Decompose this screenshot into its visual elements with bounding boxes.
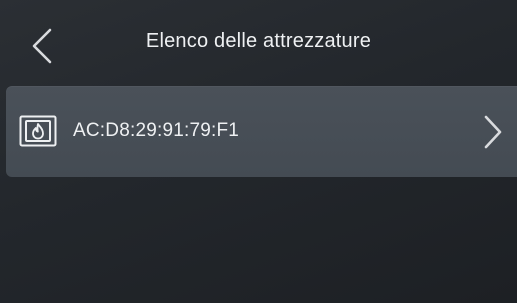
equipment-list-screen: Elenco delle attrezzature AC:D8:29:91:79…: [0, 0, 517, 303]
page-title: Elenco delle attrezzature: [145, 30, 372, 52]
header-bar: Elenco delle attrezzature: [0, 0, 517, 90]
device-mac-address: AC:D8:29:91:79:F1: [73, 120, 240, 141]
device-list-item[interactable]: AC:D8:29:91:79:F1: [6, 86, 517, 177]
fireplace-icon: [19, 115, 57, 147]
chevron-right-icon[interactable]: [481, 112, 505, 152]
